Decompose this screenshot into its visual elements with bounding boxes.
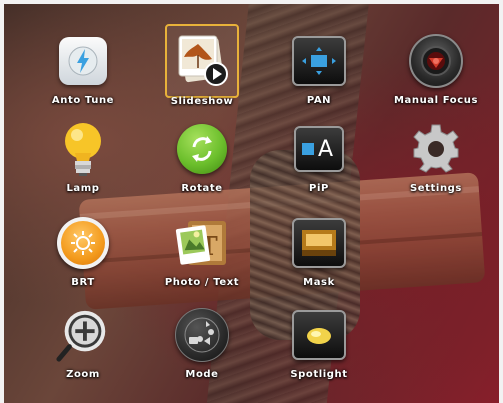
menu-item-brt[interactable]: BRT <box>27 212 139 302</box>
settings-label: Settings <box>409 183 462 194</box>
lamp-icon <box>54 120 112 178</box>
menu-item-mask[interactable]: Mask <box>263 212 375 302</box>
menu-item-settings[interactable]: Settings <box>380 118 492 208</box>
mask-label: Mask <box>303 277 335 288</box>
auto-tune-icon <box>54 32 112 90</box>
pip-label: PiP <box>309 183 329 194</box>
menu-item-zoom[interactable]: Zoom <box>27 304 139 394</box>
pip-icon-letter: A <box>318 136 334 162</box>
menu-item-auto-tune[interactable]: Anto Tune <box>27 30 139 120</box>
photo-text-label: Photo / Text <box>164 277 240 288</box>
pan-label: PAN <box>306 95 332 106</box>
menu-item-slideshow[interactable]: Slideshow <box>146 24 258 120</box>
menu-item-pip[interactable]: A PiP <box>263 118 375 208</box>
mode-label: Mode <box>185 369 219 380</box>
rotate-label: Rotate <box>181 183 223 194</box>
slideshow-label: Slideshow <box>170 96 234 107</box>
brightness-icon <box>54 214 112 272</box>
pan-icon <box>290 32 348 90</box>
menu-item-photo-text[interactable]: T Photo / Text <box>146 212 258 302</box>
menu-item-manual-focus[interactable]: Manual Focus <box>380 30 492 120</box>
menu-screen: Anto Tune Slideshow PAN Manual Focus Lam… <box>0 0 503 403</box>
rotate-icon <box>173 120 231 178</box>
spotlight-label: Spotlight <box>290 369 348 380</box>
mask-icon <box>290 214 348 272</box>
photo-text-icon: T <box>173 214 231 272</box>
menu-item-spotlight[interactable]: Spotlight <box>263 304 375 394</box>
menu-item-lamp[interactable]: Lamp <box>27 118 139 208</box>
zoom-label: Zoom <box>66 369 100 380</box>
brt-label: BRT <box>71 277 95 288</box>
menu-item-mode[interactable]: Mode <box>146 304 258 394</box>
settings-icon <box>407 120 465 178</box>
spotlight-icon <box>290 306 348 364</box>
menu-item-pan[interactable]: PAN <box>263 30 375 120</box>
zoom-icon <box>54 306 112 364</box>
menu-item-rotate[interactable]: Rotate <box>146 118 258 208</box>
auto-tune-label: Anto Tune <box>51 95 115 106</box>
manual-focus-label: Manual Focus <box>393 95 479 106</box>
mode-icon <box>173 306 231 364</box>
slideshow-icon <box>165 24 239 98</box>
pip-icon: A <box>290 120 348 178</box>
manual-focus-icon <box>407 32 465 90</box>
lamp-label: Lamp <box>66 183 100 194</box>
